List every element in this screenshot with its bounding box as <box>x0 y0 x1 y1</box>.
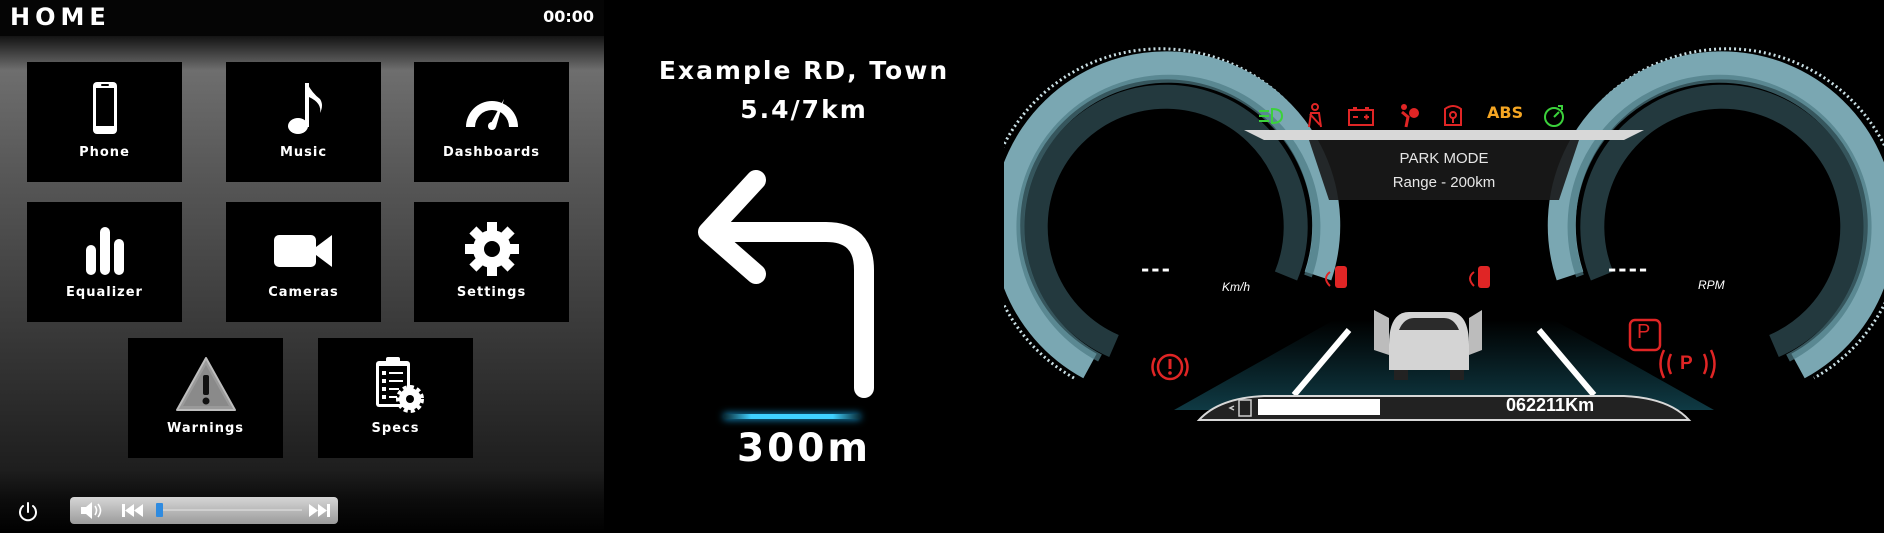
rpm-unit: RPM <box>1698 278 1725 292</box>
clock: 00:00 <box>543 7 594 26</box>
music-note-icon <box>287 83 322 134</box>
drive-mode: PARK MODE <box>1399 150 1489 167</box>
page-title: HOME <box>10 3 111 31</box>
volume-icon[interactable] <box>78 501 104 520</box>
top-divider <box>1244 130 1644 140</box>
headlight-icon <box>1256 103 1284 129</box>
tile-label: Specs <box>371 421 420 436</box>
range-readout: Range - 200km <box>1392 174 1496 191</box>
tile-label: Phone <box>79 145 130 160</box>
instrument-cluster: ABS PARK MODE Range - 200km --- Km/h ---… <box>1004 0 1884 533</box>
gear-icon <box>464 222 519 276</box>
phone-icon <box>92 82 117 134</box>
tile-label: Warnings <box>166 421 245 436</box>
cameras-tile[interactable]: Cameras <box>226 202 381 322</box>
equalizer-tile[interactable]: Equalizer <box>27 202 182 322</box>
video-camera-icon <box>273 235 332 267</box>
tile-label: Cameras <box>268 285 339 300</box>
eco-icon <box>1541 103 1567 129</box>
tile-label: Settings <box>456 285 527 300</box>
abs-icon: ABS <box>1487 103 1524 122</box>
phone-tile[interactable]: Phone <box>27 62 182 182</box>
park-gear-letter: P <box>1637 321 1651 343</box>
cluster-graphics <box>1004 47 1884 421</box>
speed-unit: Km/h <box>1222 280 1251 294</box>
rpm-value: ---- <box>1608 257 1650 281</box>
music-tile[interactable]: Music <box>226 62 381 182</box>
warnings-tile[interactable]: Warnings <box>128 338 283 458</box>
airbag-icon <box>1396 103 1420 129</box>
previous-track-icon[interactable] <box>120 501 146 520</box>
parking-brake-letter: P <box>1680 353 1693 374</box>
battery-icon <box>1347 103 1375 129</box>
speedometer-icon <box>465 99 518 130</box>
warning-triangle-icon <box>175 357 236 411</box>
turn-progress-bar <box>724 414 860 419</box>
turn-left-arrow-icon <box>698 170 874 398</box>
street-name: Example RD, Town <box>658 56 950 85</box>
settings-tile[interactable]: Settings <box>414 202 569 322</box>
tile-label: Dashboards <box>442 145 541 160</box>
speed-value: --- <box>1141 257 1172 281</box>
media-control-bar <box>70 497 338 524</box>
equalizer-icon <box>85 227 124 275</box>
progress-track[interactable] <box>156 509 302 511</box>
tile-label: Music <box>279 145 328 160</box>
turn-distance: 300m <box>736 426 872 471</box>
navigation-panel: Example RD, Town 5.4/7km 300m <box>604 0 1004 533</box>
odometer-readout: 062211Km <box>1506 395 1595 415</box>
home-panel: HOME 00:00 Phone Music Dashboards Equali… <box>0 0 604 533</box>
clipboard-gear-icon <box>375 357 424 413</box>
next-track-icon[interactable] <box>306 501 332 520</box>
power-icon[interactable] <box>16 500 40 524</box>
fuel-level-bar <box>1258 399 1380 415</box>
tachometer-gauge <box>1547 47 1884 380</box>
brake-warning-icon <box>1151 353 1189 381</box>
route-distance: 5.4/7km <box>740 95 868 124</box>
speedometer-gauge <box>1004 47 1341 380</box>
dashboards-tile[interactable]: Dashboards <box>414 62 569 182</box>
progress-slider-handle[interactable] <box>156 503 163 517</box>
tile-label: Equalizer <box>66 285 143 300</box>
seatbelt-icon <box>1304 103 1326 129</box>
specs-tile[interactable]: Specs <box>318 338 473 458</box>
door-open-right-icon <box>1469 266 1490 288</box>
home-header: HOME 00:00 <box>0 0 604 36</box>
mode-panel <box>1309 140 1579 200</box>
engine-check-icon <box>1441 103 1465 129</box>
